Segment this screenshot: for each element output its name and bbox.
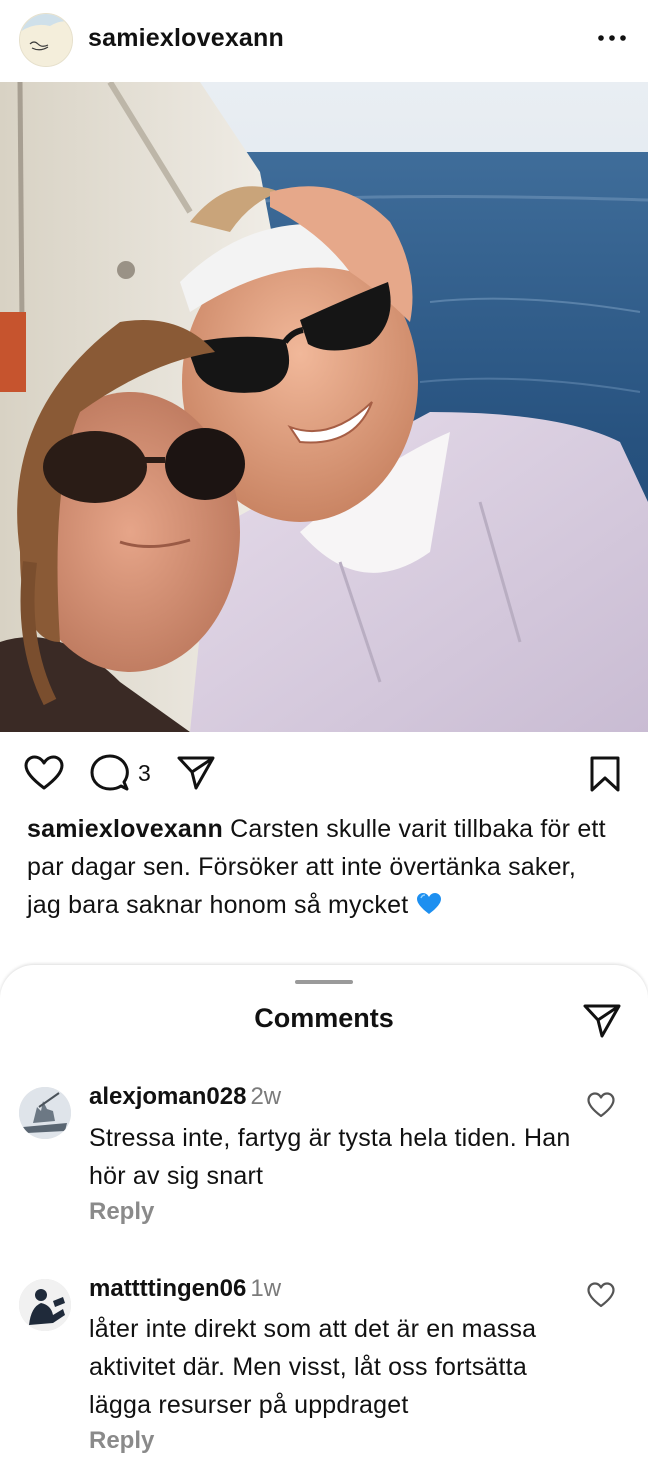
comment-username[interactable]: mattttingen06 — [89, 1275, 246, 1302]
paper-plane-icon[interactable] — [582, 1003, 622, 1039]
sheet-grabber[interactable] — [295, 980, 353, 984]
comment-text: låter inte direkt som att det är en mass… — [89, 1315, 537, 1419]
comment-timestamp: 1w — [250, 1275, 282, 1302]
post-username[interactable]: samiexlovexann — [88, 24, 284, 53]
post-header: samiexlovexann — [0, 0, 648, 82]
more-horizontal-icon[interactable] — [596, 28, 628, 48]
comment-username[interactable]: alexjoman028 — [89, 1083, 246, 1110]
avatar[interactable] — [19, 1279, 71, 1331]
post-action-bar — [0, 735, 648, 810]
blue-heart-emoji-icon — [416, 893, 441, 914]
avatar[interactable] — [19, 13, 73, 67]
bookmark-icon[interactable] — [588, 755, 622, 793]
post-caption: samiexlovexann Carsten skulle varit till… — [27, 810, 607, 924]
comment-text: Stressa inte, fartyg är tysta hela tiden… — [89, 1124, 571, 1190]
reply-button[interactable]: Reply — [89, 1427, 154, 1455]
comments-sheet: Comments alexjoman028 2w Stressa inte, fa… — [0, 965, 648, 1478]
comment-header: alexjoman028 2w — [89, 1083, 281, 1111]
reply-button[interactable]: Reply — [89, 1198, 154, 1226]
caption-username[interactable]: samiexlovexann — [27, 815, 223, 843]
comment-bubble-icon[interactable] — [90, 754, 130, 792]
avatar[interactable] — [19, 1087, 71, 1139]
heart-outline-icon[interactable] — [587, 1092, 615, 1118]
heart-outline-icon[interactable] — [587, 1282, 615, 1308]
comment-count: 3 — [138, 760, 151, 786]
heart-outline-icon[interactable] — [24, 755, 64, 791]
paper-plane-icon[interactable] — [176, 755, 216, 791]
comment-timestamp: 2w — [250, 1083, 282, 1110]
comments-title: Comments — [254, 1003, 394, 1033]
comment-header: mattttingen06 1w — [89, 1275, 281, 1303]
post-photo[interactable] — [0, 82, 648, 732]
